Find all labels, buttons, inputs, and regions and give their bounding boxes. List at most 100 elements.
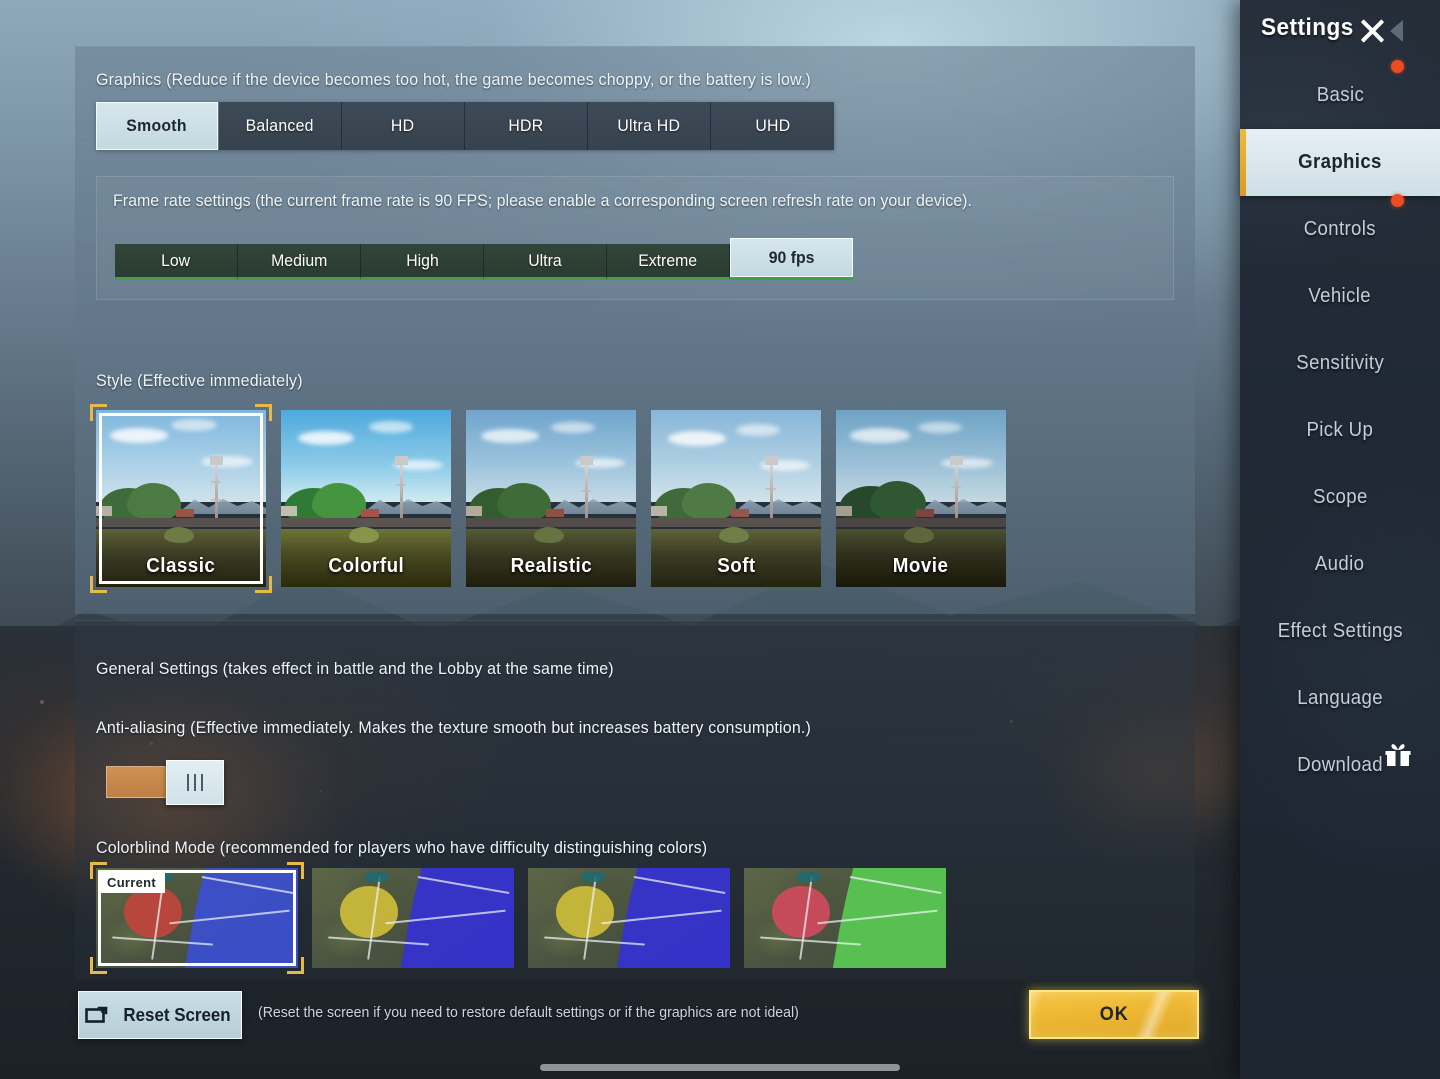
fps-tab-ultra[interactable]: Ultra xyxy=(484,244,607,280)
graphics-section-heading: Graphics (Reduce if the device becomes t… xyxy=(96,70,812,89)
sidebar-item-label: Sensitivity xyxy=(1296,352,1384,374)
sidebar-item-label: Audio xyxy=(1315,553,1365,575)
sidebar-item-label: Vehicle xyxy=(1308,285,1372,307)
anti-aliasing-toggle[interactable] xyxy=(106,760,224,805)
active-accent-bar xyxy=(1240,129,1246,196)
anti-aliasing-label: Anti-aliasing (Effective immediately. Ma… xyxy=(96,718,812,737)
sidebar-item-label: Pick Up xyxy=(1306,419,1374,441)
sidebar-item-audio[interactable]: Audio xyxy=(1240,531,1440,598)
colorblind-option-2[interactable] xyxy=(312,868,514,968)
corner-bracket-icon xyxy=(90,576,107,593)
settings-title: Settings xyxy=(1258,14,1357,42)
corner-bracket-icon xyxy=(287,957,304,974)
fps-tab-low[interactable]: Low xyxy=(115,244,238,280)
reset-screen-hint-text: (Reset the screen if you need to restore… xyxy=(258,1004,799,1021)
colorblind-heading: Colorblind Mode (recommended for players… xyxy=(96,838,708,857)
quality-tab-label: HDR xyxy=(508,116,544,135)
reset-screen-button[interactable]: Reset Screen xyxy=(78,991,242,1039)
notification-dot-icon xyxy=(1391,194,1404,207)
settings-title-text: Settings xyxy=(1260,14,1354,41)
fps-tab-label: Extreme xyxy=(638,250,698,270)
close-x-icon xyxy=(1356,15,1388,47)
sidebar-item-pick-up[interactable]: Pick Up xyxy=(1240,397,1440,464)
colorblind-preview-image xyxy=(312,868,514,968)
triangle-left-icon xyxy=(1390,20,1403,42)
frame-rate-card: Frame rate settings (the current frame r… xyxy=(96,176,1174,300)
style-label: Soft xyxy=(716,555,756,577)
quality-tab-hdr[interactable]: HDR xyxy=(465,102,588,150)
fps-tab-medium[interactable]: Medium xyxy=(238,244,361,280)
style-section-heading: Style (Effective immediately) xyxy=(96,371,303,390)
sidebar-item-basic[interactable]: Basic xyxy=(1240,60,1440,129)
corner-bracket-icon xyxy=(255,404,272,421)
colorblind-preview-image xyxy=(744,868,946,968)
sidebar-item-sensitivity[interactable]: Sensitivity xyxy=(1240,330,1440,397)
reset-screen-hint: (Reset the screen if you need to restore… xyxy=(258,1004,833,1021)
sidebar-item-label: Controls xyxy=(1303,218,1377,240)
sidebar-item-controls[interactable]: Controls xyxy=(1240,194,1440,263)
sidebar-item-label: Language xyxy=(1297,687,1383,709)
sidebar-item-graphics[interactable]: Graphics xyxy=(1240,129,1440,196)
style-label: Colorful xyxy=(328,555,404,577)
horizontal-scrollbar[interactable] xyxy=(540,1064,900,1071)
style-option-soft[interactable]: Soft xyxy=(651,410,821,587)
grip-line-icon xyxy=(194,774,196,791)
toggle-knob[interactable] xyxy=(166,760,224,805)
fps-tab-label: 90 fps xyxy=(768,247,815,267)
fps-tab-90fps[interactable]: 90 fps xyxy=(730,238,853,280)
colorblind-option-1[interactable]: Current xyxy=(90,862,304,974)
quality-tab-hd[interactable]: HD xyxy=(342,102,465,150)
fps-tab-label: High xyxy=(405,250,439,270)
grip-line-icon xyxy=(201,774,203,791)
colorblind-option-3[interactable] xyxy=(528,868,730,968)
frame-rate-tabs[interactable]: Low Medium High Ultra Extreme 90 fps xyxy=(115,238,853,280)
general-settings-heading: General Settings (takes effect in battle… xyxy=(96,659,614,678)
quality-tab-label: HD xyxy=(391,116,415,135)
gift-icon xyxy=(1385,743,1411,766)
colorblind-preview-image xyxy=(528,868,730,968)
sidebar-item-effect-settings[interactable]: Effect Settings xyxy=(1240,598,1440,665)
current-badge: Current xyxy=(100,872,166,893)
quality-tab-label: UHD xyxy=(754,116,791,135)
settings-sidebar: Settings Basic Graphics Controls Vehicle… xyxy=(1240,0,1440,1079)
style-option-movie[interactable]: Movie xyxy=(836,410,1006,587)
colorblind-option-4[interactable] xyxy=(744,868,946,968)
style-label: Movie xyxy=(893,555,949,577)
sidebar-item-label: Basic xyxy=(1316,84,1364,106)
quality-tab-uhd[interactable]: UHD xyxy=(711,102,834,150)
ok-button[interactable]: OK xyxy=(1029,990,1199,1039)
fps-tab-high[interactable]: High xyxy=(361,244,484,280)
notification-dot-icon xyxy=(1391,60,1404,73)
quality-tab-smooth[interactable]: Smooth xyxy=(96,102,219,150)
corner-bracket-icon xyxy=(90,404,107,421)
style-option-realistic[interactable]: Realistic xyxy=(466,410,636,587)
sidebar-menu: Basic Graphics Controls Vehicle Sensitiv… xyxy=(1240,60,1440,799)
reset-screen-label: Reset Screen xyxy=(123,1004,232,1025)
sidebar-item-download[interactable]: Download xyxy=(1240,732,1440,799)
sidebar-item-label: Graphics xyxy=(1298,151,1382,173)
sidebar-item-scope[interactable]: Scope xyxy=(1240,464,1440,531)
grip-line-icon xyxy=(187,774,189,791)
graphics-quality-tabs[interactable]: Smooth Balanced HD HDR Ultra HD UHD xyxy=(96,102,834,150)
quality-tab-balanced[interactable]: Balanced xyxy=(219,102,342,150)
close-settings-button[interactable] xyxy=(1356,14,1418,48)
colorblind-thumbnail-row: Current xyxy=(90,862,946,974)
style-thumbnail-row: Classic Colorful Realistic Soft Movie xyxy=(90,404,1006,593)
corner-bracket-icon xyxy=(90,957,107,974)
corner-bracket-icon xyxy=(287,862,304,879)
quality-tab-ultra-hd[interactable]: Ultra HD xyxy=(588,102,711,150)
style-option-colorful[interactable]: Colorful xyxy=(281,410,451,587)
fps-tab-label: Medium xyxy=(270,250,328,270)
button-sheen xyxy=(1126,992,1184,1037)
fps-tab-label: Ultra xyxy=(528,250,562,270)
quality-tab-label: Ultra HD xyxy=(617,116,681,135)
quality-tab-label: Balanced xyxy=(245,116,315,135)
sidebar-item-language[interactable]: Language xyxy=(1240,665,1440,732)
style-label: Classic xyxy=(146,555,216,577)
style-label: Realistic xyxy=(510,555,592,577)
sidebar-item-vehicle[interactable]: Vehicle xyxy=(1240,263,1440,330)
reset-screen-icon xyxy=(85,1006,108,1023)
sidebar-item-label: Scope xyxy=(1312,486,1368,508)
fps-tab-extreme[interactable]: Extreme xyxy=(607,244,730,280)
style-option-classic[interactable]: Classic xyxy=(90,404,272,593)
